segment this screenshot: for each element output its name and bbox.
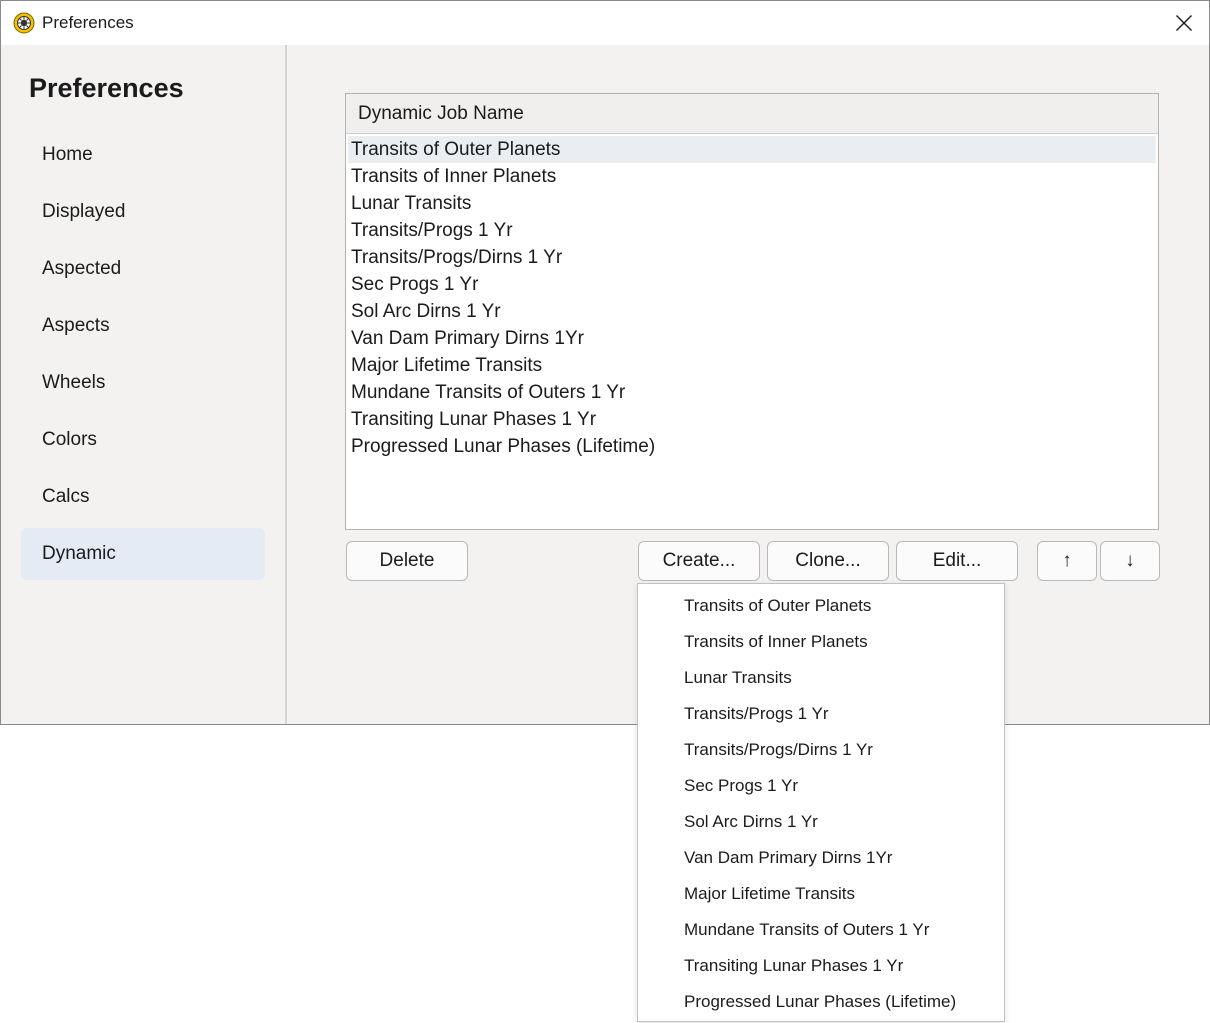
menu-item[interactable]: Van Dam Primary Dirns 1Yr: [638, 840, 1004, 876]
sidebar-item-calcs[interactable]: Calcs: [21, 471, 265, 523]
menu-item[interactable]: Transits/Progs/Dirns 1 Yr: [638, 732, 1004, 768]
list-row[interactable]: Transiting Lunar Phases 1 Yr: [348, 406, 1156, 433]
move-down-button[interactable]: ↓: [1100, 541, 1160, 581]
menu-item[interactable]: Transits/Progs 1 Yr: [638, 696, 1004, 732]
list-row[interactable]: Transits of Inner Planets: [348, 163, 1156, 190]
menu-item[interactable]: Sol Arc Dirns 1 Yr: [638, 804, 1004, 840]
list-row[interactable]: Transits of Outer Planets: [348, 136, 1156, 163]
sidebar-item-wheels[interactable]: Wheels: [21, 357, 265, 409]
list-row[interactable]: Sec Progs 1 Yr: [348, 271, 1156, 298]
menu-item[interactable]: Transiting Lunar Phases 1 Yr: [638, 948, 1004, 984]
sidebar-title: Preferences: [29, 73, 184, 103]
sidebar-item-home[interactable]: Home: [21, 129, 265, 181]
menu-item[interactable]: Major Lifetime Transits: [638, 876, 1004, 912]
delete-button[interactable]: Delete: [346, 541, 468, 581]
sidebar-item-displayed[interactable]: Displayed: [21, 186, 265, 238]
close-icon: [1176, 15, 1192, 31]
sidebar-item-aspected[interactable]: Aspected: [21, 243, 265, 295]
menu-item[interactable]: Transits of Outer Planets: [638, 588, 1004, 624]
menu-item[interactable]: Lunar Transits: [638, 660, 1004, 696]
sidebar-item-colors[interactable]: Colors: [21, 414, 265, 466]
move-up-button[interactable]: ↑: [1037, 541, 1097, 581]
list-row[interactable]: Lunar Transits: [348, 190, 1156, 217]
list-row[interactable]: Major Lifetime Transits: [348, 352, 1156, 379]
menu-item[interactable]: Sec Progs 1 Yr: [638, 768, 1004, 804]
close-button[interactable]: [1159, 1, 1209, 45]
sun-wheel-icon: [13, 12, 35, 34]
sidebar: Preferences Home Displayed Aspected Aspe…: [1, 45, 287, 724]
list-row[interactable]: Mundane Transits of Outers 1 Yr: [348, 379, 1156, 406]
title-bar: Preferences: [1, 1, 1209, 45]
edit-button[interactable]: Edit...: [896, 541, 1018, 581]
sidebar-item-aspects[interactable]: Aspects: [21, 300, 265, 352]
column-header-dynamic-job-name[interactable]: Dynamic Job Name: [346, 94, 1158, 134]
menu-item[interactable]: Mundane Transits of Outers 1 Yr: [638, 912, 1004, 948]
dynamic-job-list[interactable]: Dynamic Job Name Transits of Outer Plane…: [345, 93, 1159, 530]
preferences-window: Preferences Preferences Home Displayed A…: [0, 0, 1210, 725]
menu-item[interactable]: Transits of Inner Planets: [638, 624, 1004, 660]
list-row[interactable]: Transits/Progs/Dirns 1 Yr: [348, 244, 1156, 271]
sidebar-item-dynamic[interactable]: Dynamic: [21, 528, 265, 580]
list-row[interactable]: Transits/Progs 1 Yr: [348, 217, 1156, 244]
create-button[interactable]: Create...: [638, 541, 760, 581]
window-title: Preferences: [42, 13, 134, 32]
clone-button[interactable]: Clone...: [767, 541, 889, 581]
list-row[interactable]: Progressed Lunar Phases (Lifetime): [348, 433, 1156, 460]
create-dropdown-menu: Transits of Outer Planets Transits of In…: [637, 583, 1005, 1022]
list-row[interactable]: Sol Arc Dirns 1 Yr: [348, 298, 1156, 325]
list-row[interactable]: Van Dam Primary Dirns 1Yr: [348, 325, 1156, 352]
menu-item[interactable]: Progressed Lunar Phases (Lifetime): [638, 984, 1004, 1020]
